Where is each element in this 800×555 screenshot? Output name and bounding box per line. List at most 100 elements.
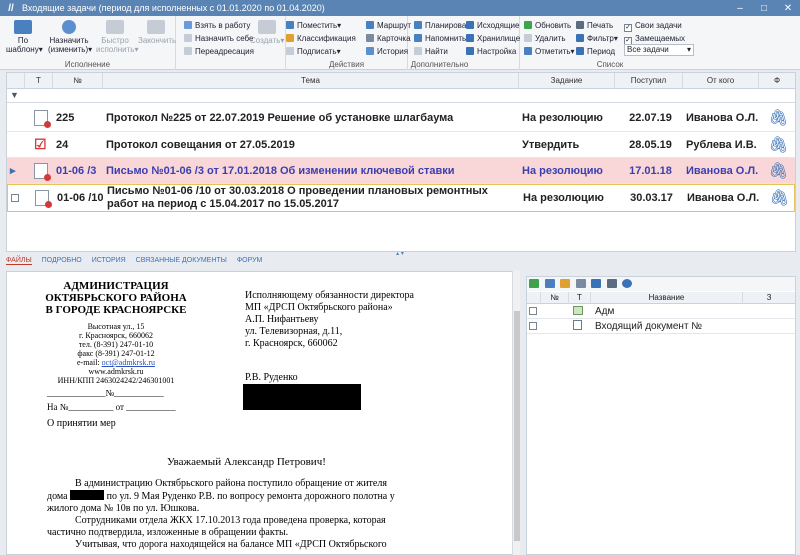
redirect-button[interactable]: Переадресация xyxy=(184,46,254,57)
plan-button[interactable]: Планировать xyxy=(414,20,474,31)
group-label-extra: Дополнительно xyxy=(410,60,469,69)
fast-execute-button[interactable]: Быстро исполнить▾ xyxy=(96,20,138,54)
document-preview[interactable]: АДМИНИСТРАЦИЯ ОКТЯБРЬСКОГО РАЙОНА В ГОРО… xyxy=(6,271,514,555)
file-row-checkbox[interactable] xyxy=(529,320,541,334)
tab-files[interactable]: ФАЙЛЫ xyxy=(6,257,32,265)
create-button[interactable]: Создать▾ xyxy=(250,20,284,45)
assign-button[interactable]: Назначить (изменить)▾ xyxy=(48,20,92,54)
refresh-button[interactable]: Обновить xyxy=(524,20,571,31)
settings-label: Настройка xyxy=(477,47,517,56)
document-scrollbar[interactable] xyxy=(512,271,520,555)
card-icon xyxy=(366,34,374,42)
print-label: Печать xyxy=(587,21,614,30)
redacted-block xyxy=(243,384,361,410)
table-row-selected[interactable]: 01-06 /10 Письмо №01-06 /10 от 30.03.201… xyxy=(7,184,795,212)
table-row[interactable]: ☑ 24 Протокол совещания от 27.05.2019 Ут… xyxy=(7,132,795,158)
tab-history[interactable]: ИСТОРИЯ xyxy=(92,257,126,264)
history-button[interactable]: История xyxy=(366,46,408,57)
save-icon[interactable] xyxy=(591,279,602,288)
scrollbar-thumb[interactable] xyxy=(514,311,520,541)
paperclip-icon[interactable]: 🖇 xyxy=(769,188,789,208)
period-button[interactable]: Период xyxy=(576,46,615,57)
app-logo-icon: // xyxy=(8,2,14,14)
tab-details[interactable]: ПОДРОБНО xyxy=(42,257,82,264)
group-list: Обновить Удалить Отметить▾ Печать Фильтр… xyxy=(520,16,700,70)
file-row[interactable]: Адм xyxy=(527,305,795,319)
header-topic[interactable]: Тема xyxy=(103,73,519,89)
filter-button[interactable]: Фильтр▾ xyxy=(576,33,618,44)
classify-button[interactable]: Классификация xyxy=(286,33,356,44)
paperclip-icon[interactable]: 🖇 xyxy=(768,108,788,128)
files-header: № Т Название З xyxy=(527,292,795,304)
header-task[interactable]: Задание xyxy=(519,73,615,89)
row-type-cell: ☑ xyxy=(25,132,53,157)
substitute-checkbox[interactable]: ✓ Замещаемых xyxy=(624,33,685,45)
file-row-checkbox[interactable] xyxy=(529,305,541,319)
route-button[interactable]: Маршрут xyxy=(366,20,411,31)
file-row[interactable]: Входящий документ № xyxy=(527,320,795,334)
funnel-icon[interactable]: ▼ xyxy=(10,90,19,100)
row-checkbox[interactable] xyxy=(8,185,26,211)
table-row[interactable]: 225 Протокол №225 от 22.07.2019 Решение … xyxy=(7,104,795,132)
template-icon xyxy=(14,20,32,34)
on-number-sign: № xyxy=(59,402,69,412)
files-header-marker xyxy=(527,292,541,304)
remind-button[interactable]: Напомнить xyxy=(414,33,466,44)
files-header-z[interactable]: З xyxy=(743,292,795,304)
files-header-type[interactable]: Т xyxy=(569,292,591,304)
org-line-1: АДМИНИСТРАЦИЯ xyxy=(63,280,169,292)
files-header-name[interactable]: Название xyxy=(591,292,743,304)
paperclip-icon[interactable]: 🖇 xyxy=(768,135,788,155)
header-received[interactable]: Поступил xyxy=(615,73,683,89)
paperclip-icon[interactable]: 🖇 xyxy=(768,161,788,181)
print-file-icon[interactable] xyxy=(606,279,617,288)
row-task: На резолюцию xyxy=(522,111,603,124)
sign-icon xyxy=(286,47,294,55)
header-from[interactable]: От кого xyxy=(683,73,759,89)
website-line: www.admkrsk.ru xyxy=(88,367,144,376)
header-attachment[interactable]: Ф xyxy=(759,73,795,89)
body-fragment: по ул. 9 Мая Руденко Р.В. по вопросу рем… xyxy=(106,491,395,502)
addressee-line-5: г. Красноярск, 660062 xyxy=(245,338,338,349)
maximize-button[interactable]: □ xyxy=(752,3,776,14)
by-template-button[interactable]: По шаблону▾ xyxy=(6,20,43,54)
row-attachment[interactable]: 🖇 xyxy=(760,185,796,211)
add-file-icon[interactable] xyxy=(529,279,539,288)
complete-label: Закончить xyxy=(138,36,177,45)
outgoing-button[interactable]: Исходящие xyxy=(466,20,519,31)
row-attachment[interactable]: 🖇 xyxy=(759,104,795,131)
complete-button[interactable]: Закончить xyxy=(138,20,177,45)
task-scope-select[interactable]: Все задачи ▾ xyxy=(624,44,694,56)
close-button[interactable]: ✕ xyxy=(776,3,800,14)
refresh-files-icon[interactable] xyxy=(544,279,555,288)
tab-forum[interactable]: ФОРУМ xyxy=(237,257,263,264)
tab-linked[interactable]: СВЯЗАННЫЕ ДОКУМЕНТЫ xyxy=(136,257,227,264)
substitute-label: Замещаемых xyxy=(635,34,685,43)
take-to-work-button[interactable]: Взять в работу xyxy=(184,20,250,31)
email-icon[interactable] xyxy=(622,279,633,288)
own-tasks-checkbox[interactable]: ✓ Свои задачи xyxy=(624,20,682,32)
row-attachment[interactable]: 🖇 xyxy=(759,158,795,183)
place-button[interactable]: Поместить▾ xyxy=(286,20,341,31)
header-type[interactable]: Т xyxy=(25,73,53,89)
body-line: частично подтвердила, изложенные в обращ… xyxy=(47,527,289,538)
settings-button[interactable]: Настройка xyxy=(466,46,516,57)
mark-button[interactable]: Отметить▾ xyxy=(524,46,575,57)
minimize-button[interactable]: – xyxy=(728,3,752,14)
card-button[interactable]: Карточка xyxy=(366,33,411,44)
row-attachment[interactable]: 🖇 xyxy=(759,132,795,157)
table-row-highlighted[interactable]: ▸ 01-06 /3 Письмо №01-06 /3 от 17.01.201… xyxy=(7,158,795,184)
files-header-number[interactable]: № xyxy=(541,292,569,304)
delete-button[interactable]: Удалить xyxy=(524,33,566,44)
storage-button[interactable]: Хранилище xyxy=(466,33,520,44)
detail-tabs: ФАЙЛЫ ПОДРОБНО ИСТОРИЯ СВЯЗАННЫЕ ДОКУМЕН… xyxy=(6,257,526,270)
filter-row[interactable]: ▼ xyxy=(7,89,795,103)
open-folder-icon[interactable] xyxy=(560,279,571,288)
assign-self-button[interactable]: Назначить себе xyxy=(184,33,254,44)
view-icon[interactable] xyxy=(575,279,586,288)
find-button[interactable]: Найти xyxy=(414,46,448,57)
sign-button[interactable]: Подписать▾ xyxy=(286,46,341,57)
print-button[interactable]: Печать xyxy=(576,20,613,31)
header-number[interactable]: № xyxy=(53,73,103,89)
email-link[interactable]: oct@admkrsk.ru xyxy=(102,358,155,367)
